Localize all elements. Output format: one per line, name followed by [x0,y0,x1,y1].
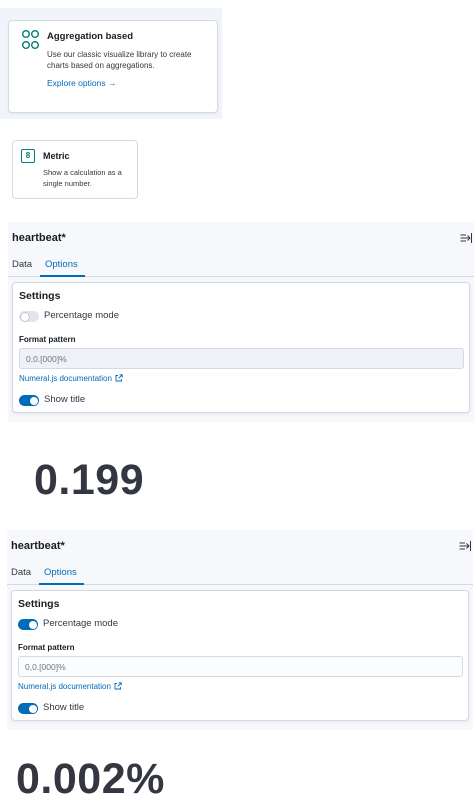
tab-data[interactable]: Data [12,259,32,270]
percentage-mode-label: Percentage mode [44,310,119,321]
active-tab-indicator [39,583,84,585]
settings-title: Settings [19,290,61,302]
collapse-sidebar-icon[interactable] [459,540,471,552]
format-pattern-input[interactable] [18,656,463,677]
settings-title: Settings [18,598,60,610]
collapse-sidebar-icon[interactable] [460,232,472,244]
numeral-docs-link-text: Numeral.js documentation [19,374,112,383]
aggregation-icon [22,30,39,49]
index-pattern-title: heartbeat* [11,540,65,552]
metric-visualization-card[interactable]: 8 Metric Show a calculation as a single … [12,140,138,199]
format-pattern-label: Format pattern [18,643,75,652]
percentage-mode-switch[interactable] [18,619,38,630]
switch-knob [29,396,38,405]
active-tab-indicator [40,275,85,277]
percentage-mode-label: Percentage mode [43,618,118,629]
aggregation-card-description: Use our classic visualize library to cre… [47,50,192,70]
aggregation-card-area: Aggregation based Use our classic visual… [0,8,222,119]
editor-panel-bottom: heartbeat* Data Options Settings Percent… [7,530,473,730]
editor-panel-top: heartbeat* Data Options Settings Percent… [8,222,474,422]
external-link-icon [114,682,122,690]
switch-knob [28,620,37,629]
percentage-mode-switch[interactable] [19,311,39,322]
settings-panel: Settings Percentage mode Format pattern … [11,590,469,721]
switch-knob [28,704,37,713]
explore-options-link[interactable]: Explore options → [47,78,116,88]
show-title-label: Show title [43,702,85,713]
metric-value-bottom: 0.002% [16,755,165,803]
editor-tabs: Data Options [7,563,473,585]
settings-panel: Settings Percentage mode Format pattern … [12,282,470,413]
show-title-switch[interactable] [19,395,39,406]
tab-data[interactable]: Data [11,567,31,578]
metric-card-title: Metric [43,151,70,161]
format-pattern-input[interactable] [19,348,464,369]
metric-value-top: 0.199 [34,456,145,504]
aggregation-based-card[interactable]: Aggregation based Use our classic visual… [8,20,218,113]
show-title-label: Show title [44,394,86,405]
tab-options[interactable]: Options [45,259,78,270]
numeral-docs-link[interactable]: Numeral.js documentation [19,374,123,383]
numeral-docs-link[interactable]: Numeral.js documentation [18,682,122,691]
metric-icon: 8 [21,149,35,163]
switch-knob [20,312,29,321]
index-pattern-title: heartbeat* [12,232,66,244]
numeral-docs-link-text: Numeral.js documentation [18,682,111,691]
metric-card-description: Show a calculation as a single number. [43,168,122,188]
tab-options[interactable]: Options [44,567,77,578]
show-title-switch[interactable] [18,703,38,714]
external-link-icon [115,374,123,382]
aggregation-card-title: Aggregation based [47,31,134,42]
format-pattern-label: Format pattern [19,335,76,344]
editor-tabs: Data Options [8,255,474,277]
